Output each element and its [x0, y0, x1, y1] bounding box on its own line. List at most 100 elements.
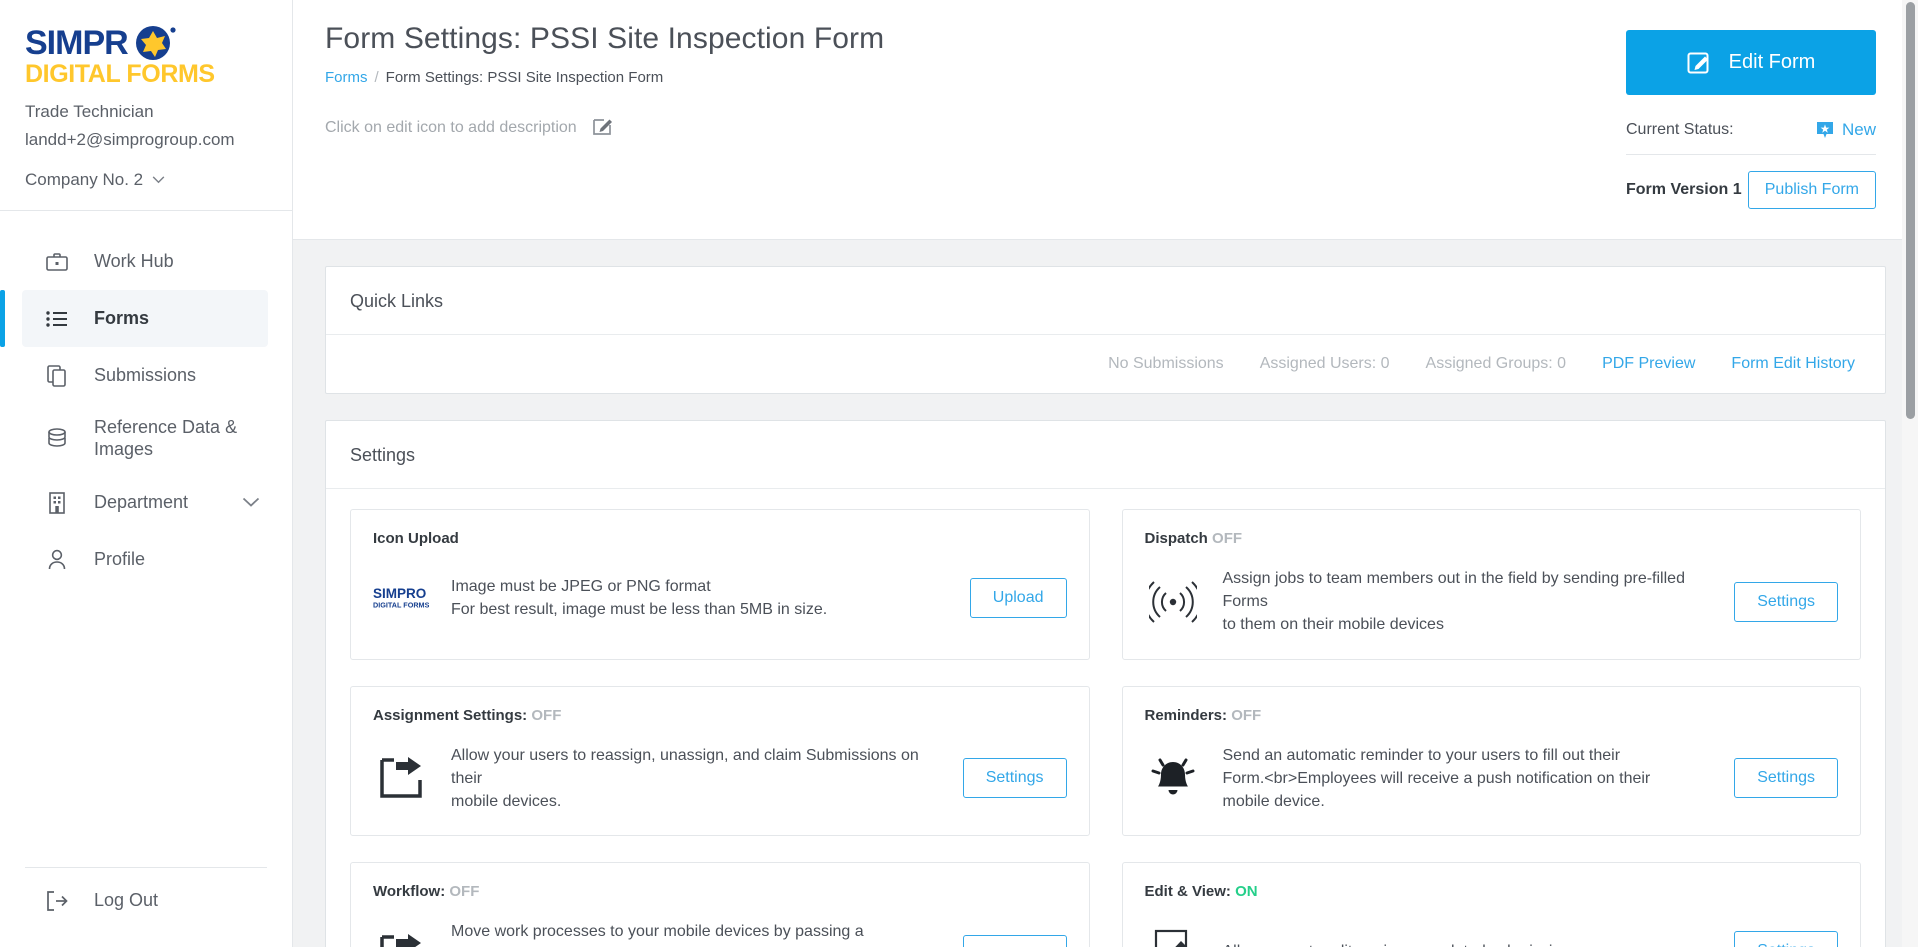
card-title-text: Icon Upload — [373, 530, 459, 547]
user-info: Trade Technician landd+2@simprogroup.com — [0, 86, 292, 154]
main-content: Form Settings: PSSI Site Inspection Form… — [293, 0, 1918, 947]
list-icon — [44, 310, 70, 328]
new-badge-icon — [1816, 122, 1833, 138]
chevron-down-icon[interactable] — [242, 497, 260, 508]
settings-card-edit-and-view: Edit & View: ON Allow users — [1121, 862, 1861, 947]
card-text: Assign jobs to team members out in the f… — [1223, 567, 1713, 637]
logout-label: Log Out — [94, 890, 159, 910]
settings-cards-grid: Icon Upload SIMPRO DIGITAL FORMS Image m… — [326, 489, 1885, 947]
chevron-down-icon — [152, 176, 165, 184]
assignment-settings-button[interactable]: Settings — [962, 758, 1067, 799]
sidebar-item-department[interactable]: Department — [22, 474, 268, 531]
sidebar-nav: Work Hub Forms Submissions Reference Dat… — [0, 211, 292, 867]
sidebar-item-label: Reference Data & Images — [94, 417, 238, 459]
sidebar: SIMPR DIGITAL FORMS Trade Technician lan… — [0, 0, 293, 947]
edit-form-button[interactable]: Edit Form — [1626, 30, 1876, 95]
card-body: Allow your users to reassign, unassign, … — [373, 744, 1067, 814]
sidebar-item-submissions[interactable]: Submissions — [22, 347, 268, 404]
sidebar-item-label: Profile — [94, 548, 146, 569]
card-title-text: Workflow: — [373, 883, 446, 901]
current-status-label: Current Status: — [1626, 121, 1734, 138]
form-version-label: Form Version 1 — [1626, 181, 1742, 198]
publish-form-button[interactable]: Publish Form — [1747, 171, 1876, 209]
content-scroll-area: Quick Links No Submissions Assigned User… — [293, 240, 1918, 947]
workflow-settings-button[interactable]: Settings — [962, 934, 1067, 947]
card-title-text: Dispatch — [1144, 530, 1208, 547]
edit-description-icon[interactable] — [592, 116, 613, 140]
svg-text:SIMPRO: SIMPRO — [373, 586, 426, 601]
pencil-page-icon — [1145, 928, 1201, 947]
bell-icon — [1145, 754, 1201, 802]
building-icon — [44, 491, 70, 514]
simpro-logo-icon: SIMPRO DIGITAL FORMS — [373, 585, 429, 611]
settings-card-workflow: Workflow: OFF Move work processes to you… — [350, 862, 1090, 947]
quick-link-form-edit-history[interactable]: Form Edit History — [1731, 355, 1855, 373]
card-text: Move work processes to your mobile devic… — [451, 920, 941, 947]
card-text-line1: Allow users to edit or view completed su… — [1223, 940, 1697, 947]
card-title-text: Edit & View: — [1144, 883, 1231, 901]
logout-section: Log Out — [0, 867, 292, 947]
card-state: OFF — [449, 883, 480, 901]
card-title: Dispatch OFF — [1145, 530, 1839, 547]
card-text-line1: Assign jobs to team members out in the f… — [1222, 570, 1685, 611]
user-role: Trade Technician — [25, 102, 154, 121]
card-title: Reminders: OFF — [1145, 707, 1839, 724]
card-title: Edit & View: ON — [1145, 883, 1839, 900]
card-text-line2: For best result, image must be less than… — [451, 601, 828, 618]
logout-divider — [25, 867, 267, 868]
form-version-row: Form Version 1 Publish Form — [1626, 171, 1876, 209]
upload-button[interactable]: Upload — [969, 578, 1067, 618]
card-text: Send an automatic reminder to your users… — [1223, 744, 1713, 814]
reminders-settings-button[interactable]: Settings — [1734, 758, 1838, 799]
card-text-line1: Move work processes to your mobile devic… — [451, 923, 864, 947]
logout-icon — [44, 890, 70, 911]
brand-logo: SIMPR DIGITAL FORMS — [0, 0, 292, 86]
breadcrumb-current: Form Settings: PSSI Site Inspection Form — [385, 69, 664, 86]
settings-card-dispatch: Dispatch OFF Assign jobs to team members… — [1121, 509, 1861, 660]
card-text: Image must be JPEG or PNG format For bes… — [451, 575, 948, 621]
sidebar-item-profile[interactable]: Profile — [22, 531, 268, 588]
edit-and-view-settings-button[interactable]: Settings — [1734, 931, 1838, 947]
sidebar-item-forms[interactable]: Forms — [0, 290, 268, 347]
scrollbar-thumb[interactable] — [1906, 2, 1915, 419]
header-actions: Edit Form Current Status: New Form Versi… — [1626, 30, 1876, 209]
card-state: OFF — [531, 706, 562, 724]
card-state: OFF — [1212, 530, 1243, 547]
simpro-digital-forms-logo-icon: SIMPR DIGITAL FORMS — [25, 24, 215, 86]
card-title-text: Assignment Settings: — [373, 706, 528, 724]
edit-pencil-icon — [1687, 52, 1709, 73]
card-text-line2: mobile devices. — [451, 792, 562, 810]
quick-links-panel: Quick Links No Submissions Assigned User… — [325, 266, 1886, 394]
share-page-icon — [373, 933, 429, 947]
breadcrumb-link-forms[interactable]: Forms — [325, 69, 368, 86]
card-text-line2: Form.<br>Employees will receive a push n… — [1222, 769, 1651, 810]
company-label: Company No. 2 — [25, 170, 144, 189]
card-title: Assignment Settings: OFF — [373, 707, 1067, 724]
card-text: Allow your users to reassign, unassign, … — [451, 744, 941, 814]
sidebar-item-label: Submissions — [94, 364, 197, 385]
briefcase-icon — [44, 252, 70, 272]
quick-links-heading: Quick Links — [350, 291, 444, 311]
breadcrumb-separator: / — [374, 69, 379, 86]
edit-form-label: Edit Form — [1728, 51, 1816, 73]
card-title: Icon Upload — [373, 530, 1067, 547]
card-state: ON — [1235, 883, 1258, 901]
sidebar-item-reference-data-and-images[interactable]: Reference Data & Images — [22, 404, 268, 474]
company-selector[interactable]: Company No. 2 — [0, 154, 292, 210]
settings-card-icon-upload: Icon Upload SIMPRO DIGITAL FORMS Image m… — [350, 509, 1090, 660]
person-icon — [44, 549, 70, 571]
user-email: landd+2@simprogroup.com — [25, 130, 235, 149]
page-header: Form Settings: PSSI Site Inspection Form… — [293, 0, 1918, 240]
app-root: SIMPR DIGITAL FORMS Trade Technician lan… — [0, 0, 1918, 947]
card-text: Allow users to edit or view completed su… — [1223, 940, 1713, 947]
card-body: Assign jobs to team members out in the f… — [1145, 567, 1838, 637]
sidebar-item-label: Department — [94, 491, 189, 512]
dispatch-settings-button[interactable]: Settings — [1734, 581, 1838, 622]
sidebar-item-work-hub[interactable]: Work Hub — [22, 233, 268, 290]
quick-link-assigned-groups: Assigned Groups: 0 — [1425, 355, 1567, 372]
page-scrollbar[interactable] — [1902, 0, 1918, 947]
quick-link-pdf-preview[interactable]: PDF Preview — [1602, 355, 1695, 373]
logout-button[interactable]: Log Out — [0, 890, 292, 911]
share-page-icon — [373, 756, 429, 800]
card-text-line2: to them on their mobile devices — [1222, 616, 1444, 634]
